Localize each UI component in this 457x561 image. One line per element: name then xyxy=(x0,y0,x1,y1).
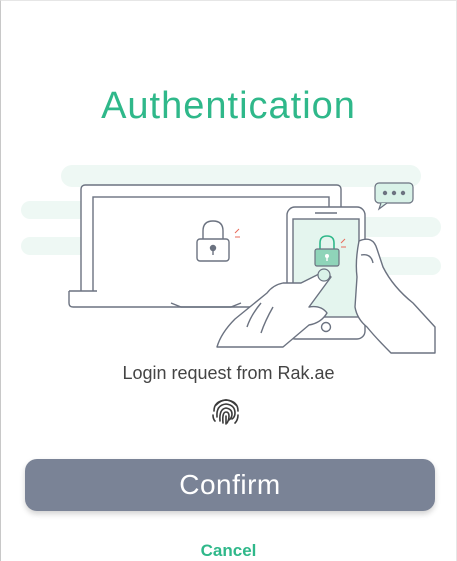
auth-screen: Authentication Login request from Rak.ae… xyxy=(0,0,457,561)
holding-hand-graphic xyxy=(354,238,436,354)
login-illustration xyxy=(21,165,441,354)
chat-bubble-icon xyxy=(374,182,414,211)
fingerprint-icon[interactable] xyxy=(208,393,244,429)
page-title: Authentication xyxy=(101,85,356,127)
confirm-button[interactable]: Confirm xyxy=(25,459,435,511)
login-request-text: Login request from Rak.ae xyxy=(122,363,335,383)
cancel-link[interactable]: Cancel xyxy=(1,541,456,561)
